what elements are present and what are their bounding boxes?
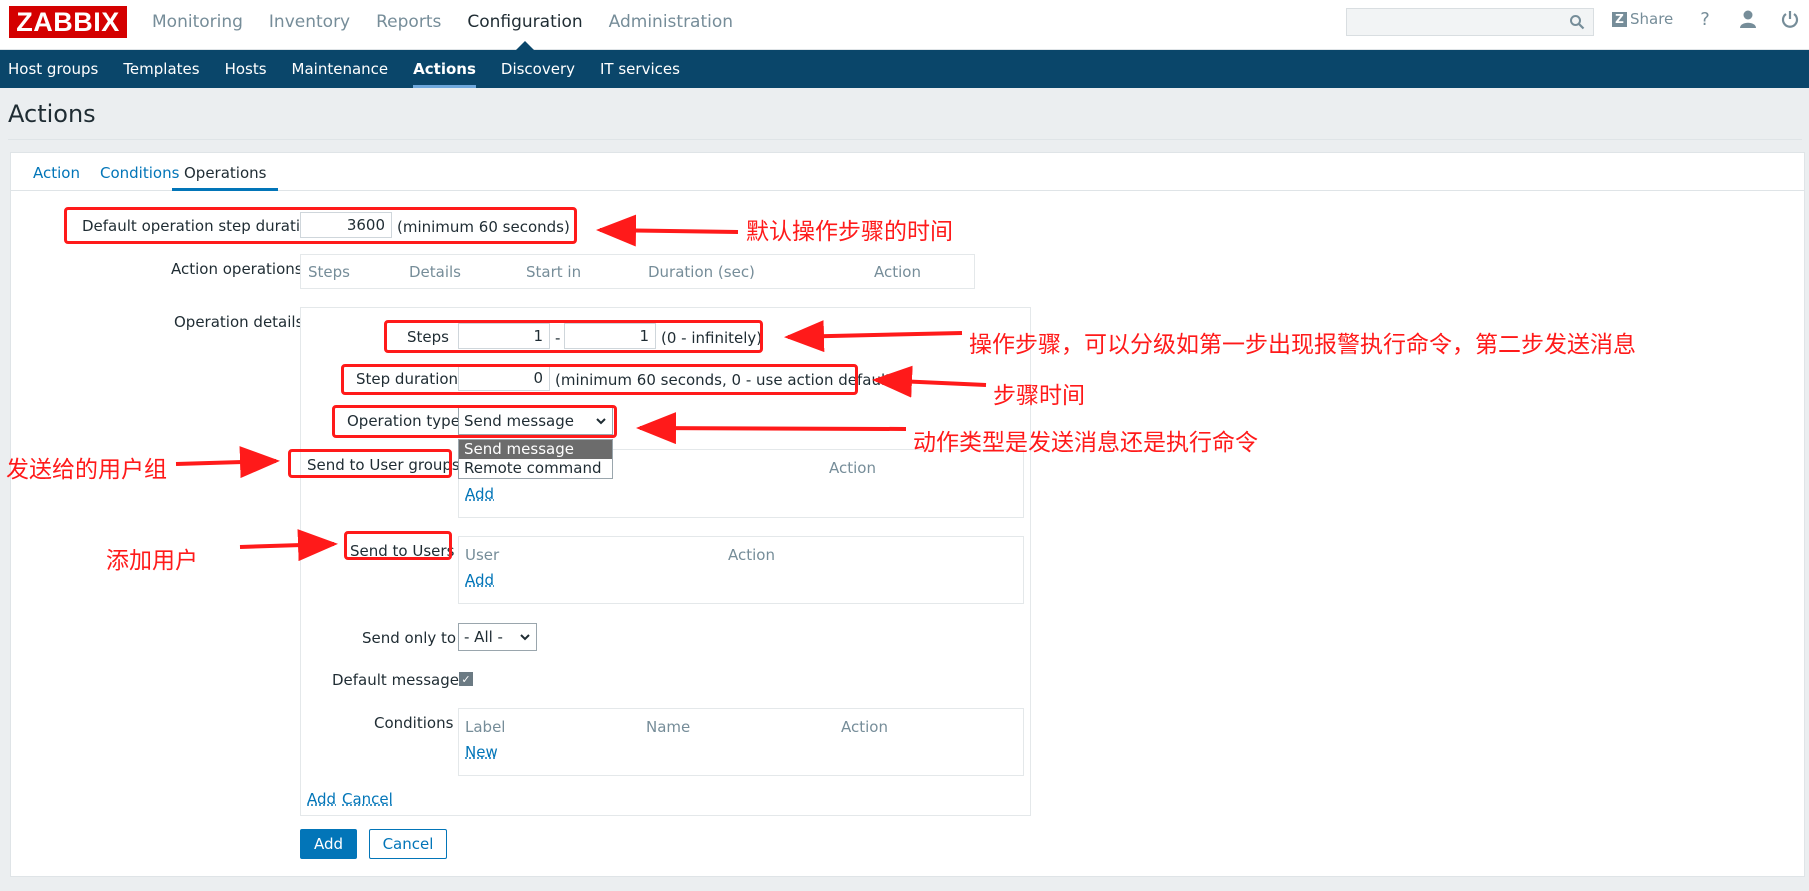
sub-nav: Host groups Templates Hosts Maintenance …	[0, 50, 1809, 88]
form-tabs: Action Conditions Operations	[11, 153, 1804, 191]
col-duration: Duration (sec)	[648, 263, 755, 281]
nav-inventory[interactable]: Inventory	[269, 0, 350, 44]
share-icon: Z	[1612, 11, 1627, 27]
send-only-to-label: Send only to	[362, 629, 457, 647]
nav-administration[interactable]: Administration	[609, 0, 733, 44]
search-input[interactable]	[1346, 8, 1594, 36]
users-col-user: User	[465, 546, 500, 564]
add-user-link[interactable]: Add	[465, 571, 494, 589]
groups-col-action: Action	[829, 459, 876, 477]
page-title: Actions	[8, 100, 96, 128]
note-users: 添加用户	[106, 548, 198, 574]
subnav-discovery[interactable]: Discovery	[501, 50, 575, 88]
col-action: Action	[874, 263, 921, 281]
option-remote-command[interactable]: Remote command	[459, 459, 612, 478]
send-only-to-value: - All -	[464, 628, 503, 646]
cond-col-label: Label	[465, 718, 506, 736]
subnav-templates[interactable]: Templates	[123, 50, 199, 88]
tab-operations[interactable]: Operations	[172, 153, 279, 191]
default-message-checkbox[interactable]: ✓	[459, 672, 473, 686]
share-label: Share	[1630, 10, 1674, 28]
highlight-steps	[384, 320, 763, 353]
main-nav: Monitoring Inventory Reports Configurati…	[152, 0, 759, 50]
action-operations-label: Action operations	[171, 260, 303, 278]
operation-cancel-link[interactable]: Cancel	[342, 790, 393, 808]
add-button[interactable]: Add	[300, 829, 357, 859]
users-table: User Action Add	[458, 536, 1024, 604]
conditions-table: Label Name Action New	[458, 708, 1024, 776]
note-step-duration: 步骤时间	[993, 383, 1085, 409]
nav-configuration[interactable]: Configuration	[467, 0, 583, 50]
subnav-actions[interactable]: Actions	[413, 50, 476, 88]
cancel-button[interactable]: Cancel	[369, 829, 447, 859]
top-bar: ZABBIX Monitoring Inventory Reports Conf…	[0, 0, 1809, 50]
search-icon[interactable]	[1569, 14, 1585, 30]
new-condition-link[interactable]: New	[465, 743, 498, 761]
cond-col-name: Name	[646, 718, 691, 736]
send-only-to-select[interactable]: - All -	[458, 623, 537, 651]
user-icon	[1740, 10, 1756, 28]
note-user-groups: 发送给的用户组	[6, 457, 167, 483]
default-message-label: Default message	[332, 671, 459, 689]
highlight-step-duration	[341, 364, 858, 395]
tab-action[interactable]: Action	[21, 153, 92, 191]
note-steps: 操作步骤，可以分级如第一步出现报警执行命令，第二步发送消息	[969, 332, 1636, 358]
option-send-message[interactable]: Send message	[459, 440, 612, 459]
power-icon	[1781, 11, 1799, 28]
chevron-down-icon	[520, 634, 530, 641]
help-icon[interactable]: ?	[1694, 9, 1716, 33]
cond-col-action: Action	[841, 718, 888, 736]
subnav-maintenance[interactable]: Maintenance	[292, 50, 389, 88]
share-link[interactable]: Z Share	[1612, 10, 1673, 28]
nav-monitoring[interactable]: Monitoring	[152, 0, 243, 44]
highlight-operation-type	[332, 405, 617, 438]
action-operations-table: Steps Details Start in Duration (sec) Ac…	[300, 254, 975, 289]
divider	[8, 139, 1802, 140]
highlight-users	[344, 531, 452, 560]
nav-reports[interactable]: Reports	[376, 0, 441, 44]
note-default-duration: 默认操作步骤的时间	[746, 219, 953, 245]
subnav-hosts[interactable]: Hosts	[225, 50, 267, 88]
highlight-user-groups	[288, 449, 452, 478]
user-profile-icon[interactable]	[1737, 9, 1759, 33]
note-operation-type: 动作类型是发送消息还是执行命令	[913, 430, 1258, 456]
operation-add-link[interactable]: Add	[307, 790, 336, 808]
col-start-in: Start in	[526, 263, 582, 281]
subnav-it-services[interactable]: IT services	[600, 50, 680, 88]
zabbix-logo[interactable]: ZABBIX	[9, 6, 127, 38]
users-col-action: Action	[728, 546, 775, 564]
add-user-group-link[interactable]: Add	[465, 485, 494, 503]
highlight-default-duration	[64, 207, 577, 244]
operation-details-label: Operation details	[174, 313, 304, 331]
col-steps: Steps	[308, 263, 350, 281]
operation-type-dropdown: Send message Remote command	[458, 439, 613, 479]
subnav-host-groups[interactable]: Host groups	[8, 50, 98, 88]
conditions-label: Conditions	[374, 714, 454, 732]
col-details: Details	[409, 263, 462, 281]
sign-out-icon[interactable]	[1779, 9, 1801, 33]
